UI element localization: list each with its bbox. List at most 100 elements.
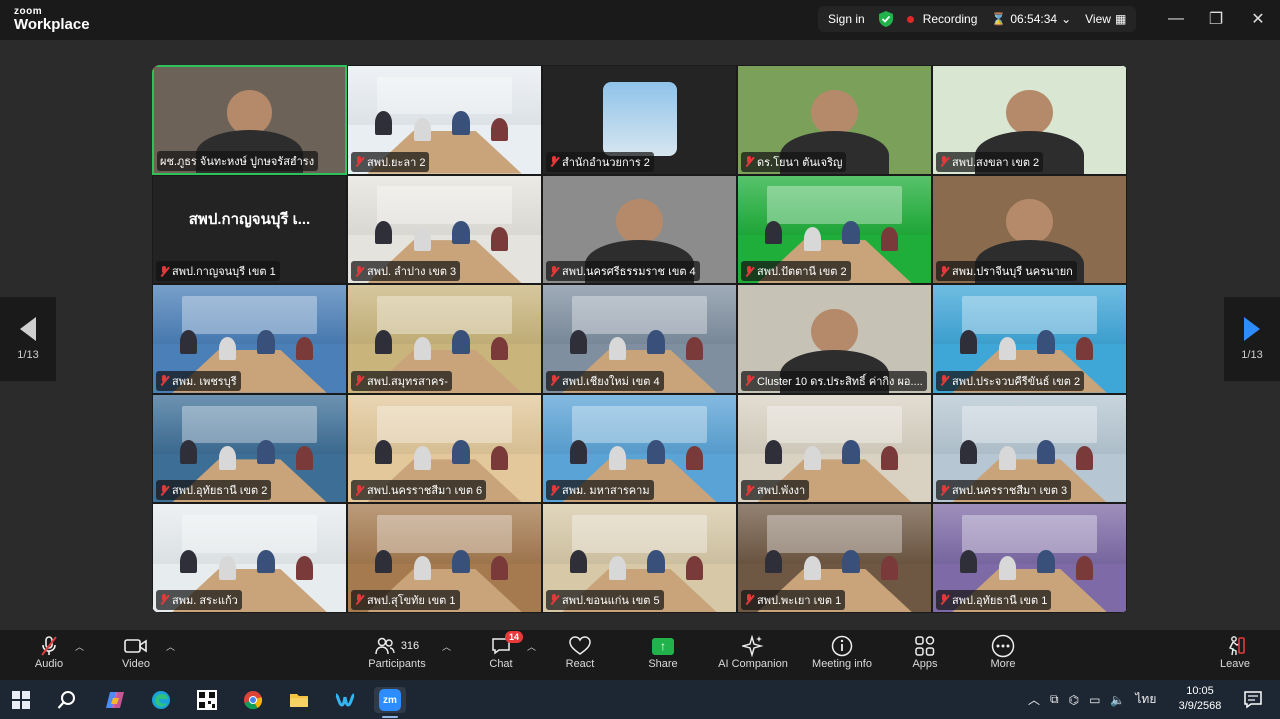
attendee-figure [842,220,860,245]
meeting-timer[interactable]: ⌛ 06:54:34 ⌄ [991,12,1071,26]
close-button[interactable]: ✕ [1248,10,1268,28]
ai-companion-button[interactable]: AI Companion [712,634,794,678]
attendee-figure [375,220,393,245]
clock-date: 3/9/2568 [1178,700,1222,712]
edge-app[interactable] [148,687,174,713]
video-tile[interactable]: สพป.พังงา [737,393,932,504]
participant-name-tag: สพป.พะเยา เขต 1 [741,589,846,610]
participant-name-tag: สพป.นครราชสีมา เขต 6 [351,480,487,501]
video-tile[interactable]: สพป.ประจวบคีรีขันธ์ เขต 2 [932,284,1127,394]
share-button[interactable]: ↑ Share [646,634,680,678]
recording-indicator[interactable]: Recording [906,12,977,26]
more-label: More [990,658,1016,670]
video-label: Video [122,658,150,670]
meeting-info-label: Meeting info [812,658,872,670]
audio-button[interactable]: Audio [32,634,66,678]
chrome-app[interactable] [240,687,266,713]
meet-now-icon[interactable]: ⧉ [1050,692,1059,707]
mic-muted-icon [939,156,949,167]
audio-options-caret-icon[interactable]: ︿ [75,640,84,653]
language-indicator[interactable]: ไทย [1135,690,1156,709]
video-button[interactable]: Video [118,634,154,678]
video-tile[interactable]: ดร.โยนา ตันเจริญ [737,65,932,175]
room-banner [766,405,903,444]
attendee-figure [803,227,821,251]
video-tile[interactable]: สพป.อุทัยธานี เขต 2 [152,393,347,504]
participant-figure [1006,199,1053,245]
video-tile[interactable]: สพม. เพชรบุรี [152,284,347,394]
video-tile[interactable]: สำนักอำนวยการ 2 [542,65,737,175]
zoom-app[interactable]: zm [374,687,406,713]
search-taskbar-button[interactable] [54,687,80,713]
participant-name-tag: สพม. สระแก้ว [156,589,242,610]
view-button[interactable]: View ▦ [1085,12,1126,26]
video-tile[interactable]: สพป.ปัตตานี เขต 2 [737,174,932,285]
video-tile[interactable]: สพป.เชียงใหม่ เขต 4 [542,284,737,394]
file-explorer-app[interactable] [286,687,312,713]
attendee-figure [257,330,275,355]
video-tile[interactable]: สพป.นครราชสีมา เขต 3 [932,393,1127,504]
video-tile[interactable]: สพม.ปราจีนบุรี นครนายก [932,174,1127,285]
chat-button[interactable]: 14 Chat [484,631,524,678]
battery-icon[interactable]: ▭ [1089,693,1100,707]
mic-muted-icon [744,484,754,496]
gallery-grid: ผช.ภูธร จันทะหงษ์ ปูกษจรัสฮำรง สพป.ยะลา 2… [152,65,1128,613]
next-page-button[interactable]: 1/13 [1224,297,1280,381]
mic-muted-icon [159,484,169,496]
attendee-figure [1075,556,1094,580]
video-tile[interactable]: สพม. สระแก้ว [152,503,347,613]
video-tile[interactable]: สพป.สมุทรสาคร- [347,284,542,394]
participants-button[interactable]: 316 Participants [366,634,428,678]
network-icon[interactable]: ⌬ [1069,693,1079,707]
react-button[interactable]: React [562,634,598,678]
apps-label: Apps [912,658,938,670]
apps-button[interactable]: Apps [908,634,942,678]
participant-name: สพป.พะเยา เขต 1 [757,594,842,607]
video-tile[interactable]: สพป.พะเยา เขต 1 [737,503,932,613]
prev-page-button[interactable]: 1/13 [0,297,56,381]
tray-overflow-chevron-icon[interactable]: ︿ [1028,691,1040,708]
participants-options-caret-icon[interactable]: ︿ [442,640,451,653]
leave-label: Leave [1220,658,1250,670]
title-bar: zoom Workplace Sign in Recording ⌛ 06:54:… [0,0,1280,40]
page-indicator-left: 1/13 [17,349,39,361]
video-tile[interactable]: สพป.อุทัยธานี เขต 1 [932,503,1127,613]
start-button[interactable] [8,687,34,713]
video-tile[interactable]: สพป. ลำปาง เขต 3 [347,174,542,285]
mic-muted-icon [354,156,364,167]
video-tile[interactable]: ผช.ภูธร จันทะหงษ์ ปูกษจรัสฮำรง [152,65,347,175]
video-tile[interactable]: สพป.นครราชสีมา เขต 6 [347,393,542,504]
volume-icon[interactable]: 🔈 [1110,693,1125,707]
more-button[interactable]: More [986,634,1020,678]
video-tile[interactable]: Cluster 10 ดร.ประสิทธิ์ ค่ากิง ผอ.... [737,284,932,394]
page-indicator-right: 1/13 [1241,349,1263,361]
webex-app[interactable] [332,687,358,713]
participant-figure [1006,89,1053,135]
copilot-app[interactable] [102,687,128,713]
video-tile[interactable]: สพป.สุโขทัย เขต 1 [347,503,542,613]
chat-options-caret-icon[interactable]: ︿ [527,640,536,653]
attendee-figure [1075,336,1094,361]
minimize-button[interactable]: — [1166,10,1186,28]
attendee-figure [765,549,783,574]
restore-button[interactable]: ❐ [1206,10,1226,28]
video-tile[interactable]: สพป.ขอนแก่น เขต 5 [542,503,737,613]
video-tile[interactable]: สพป.ยะลา 2 [347,65,542,175]
notifications-button[interactable] [1240,687,1266,713]
video-tile[interactable]: สพม. มหาสารคาม [542,393,737,504]
room-banner [571,295,708,334]
meeting-info-button[interactable]: Meeting info [806,634,878,678]
participant-name-tag: สพป.นครศรีธรรมราช เขต 4 [546,261,700,282]
attendee-figure [375,330,393,355]
video-tile[interactable]: สพป.นครศรีธรรมราช เขต 4 [542,174,737,285]
qr-app[interactable] [194,687,220,713]
video-tile[interactable]: สพป.กาญจนบุรี เ... สพป.กาญจนบุรี เขต 1 [152,174,347,285]
video-options-caret-icon[interactable]: ︿ [166,640,175,653]
sign-in-button[interactable]: Sign in [828,12,865,26]
attendee-figure [295,556,314,580]
profile-picture [603,82,677,156]
security-shield-icon[interactable] [878,11,893,27]
video-tile[interactable]: สพป.สงขลา เขต 2 [932,65,1127,175]
system-clock[interactable]: 10:05 3/9/2568 [1172,684,1228,714]
leave-button[interactable]: Leave [1218,634,1252,678]
